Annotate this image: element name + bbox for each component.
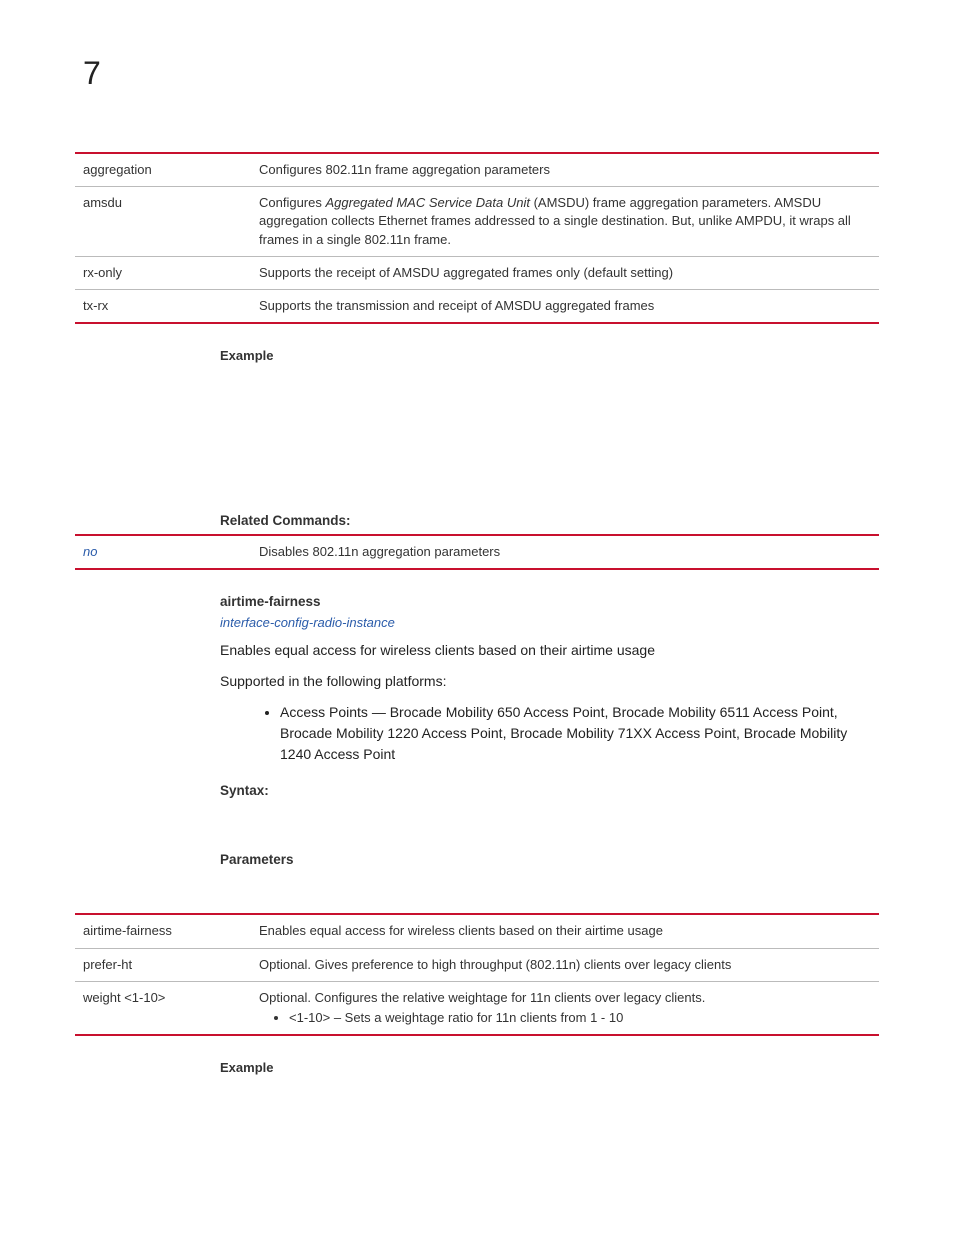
param-desc: Optional. Configures the relative weight…	[255, 981, 879, 1035]
table-row: tx-rx Supports the transmission and rece…	[75, 289, 879, 323]
related-commands-heading: Related Commands:	[220, 513, 879, 528]
param-desc: Optional. Gives preference to high throu…	[255, 948, 879, 981]
param-desc: Enables equal access for wireless client…	[255, 914, 879, 948]
param-term: prefer-ht	[75, 948, 255, 981]
param-term: amsdu	[75, 187, 255, 257]
context-link[interactable]: interface-config-radio-instance	[220, 615, 879, 630]
parameter-table-2: airtime-fairness Enables equal access fo…	[75, 913, 879, 1036]
param-term: no	[75, 535, 255, 569]
command-link[interactable]: no	[83, 544, 97, 559]
command-description: Enables equal access for wireless client…	[220, 640, 879, 661]
table-row: weight <1-10> Optional. Configures the r…	[75, 981, 879, 1035]
param-term: airtime-fairness	[75, 914, 255, 948]
supported-platforms-label: Supported in the following platforms:	[220, 671, 879, 692]
param-desc: Supports the receipt of AMSDU aggregated…	[255, 256, 879, 289]
desc-italic: Aggregated MAC Service Data Unit	[325, 195, 529, 210]
parameters-heading: Parameters	[220, 852, 879, 867]
example-heading: Example	[220, 348, 879, 363]
table-row: aggregation Configures 802.11n frame agg…	[75, 153, 879, 187]
table-row: airtime-fairness Enables equal access fo…	[75, 914, 879, 948]
param-desc: Configures 802.11n frame aggregation par…	[255, 153, 879, 187]
desc-text: Configures	[259, 195, 325, 210]
param-term: tx-rx	[75, 289, 255, 323]
table-row: prefer-ht Optional. Gives preference to …	[75, 948, 879, 981]
sub-list: <1-10> – Sets a weightage ratio for 11n …	[289, 1009, 875, 1027]
param-term: rx-only	[75, 256, 255, 289]
related-commands-table: no Disables 802.11n aggregation paramete…	[75, 534, 879, 570]
desc-text: Optional. Configures the relative weight…	[259, 990, 705, 1005]
param-term: weight <1-10>	[75, 981, 255, 1035]
table-row: amsdu Configures Aggregated MAC Service …	[75, 187, 879, 257]
syntax-heading: Syntax:	[220, 783, 879, 798]
list-item: <1-10> – Sets a weightage ratio for 11n …	[289, 1009, 875, 1027]
param-term: aggregation	[75, 153, 255, 187]
table-row: no Disables 802.11n aggregation paramete…	[75, 535, 879, 569]
param-desc: Configures Aggregated MAC Service Data U…	[255, 187, 879, 257]
page-number: 7	[83, 55, 879, 92]
parameter-table-1: aggregation Configures 802.11n frame agg…	[75, 152, 879, 324]
table-row: rx-only Supports the receipt of AMSDU ag…	[75, 256, 879, 289]
param-desc: Disables 802.11n aggregation parameters	[255, 535, 879, 569]
platforms-list: Access Points — Brocade Mobility 650 Acc…	[280, 702, 879, 765]
param-desc: Supports the transmission and receipt of…	[255, 289, 879, 323]
command-heading: airtime-fairness	[220, 594, 879, 609]
example-heading: Example	[220, 1060, 879, 1075]
list-item: Access Points — Brocade Mobility 650 Acc…	[280, 702, 879, 765]
